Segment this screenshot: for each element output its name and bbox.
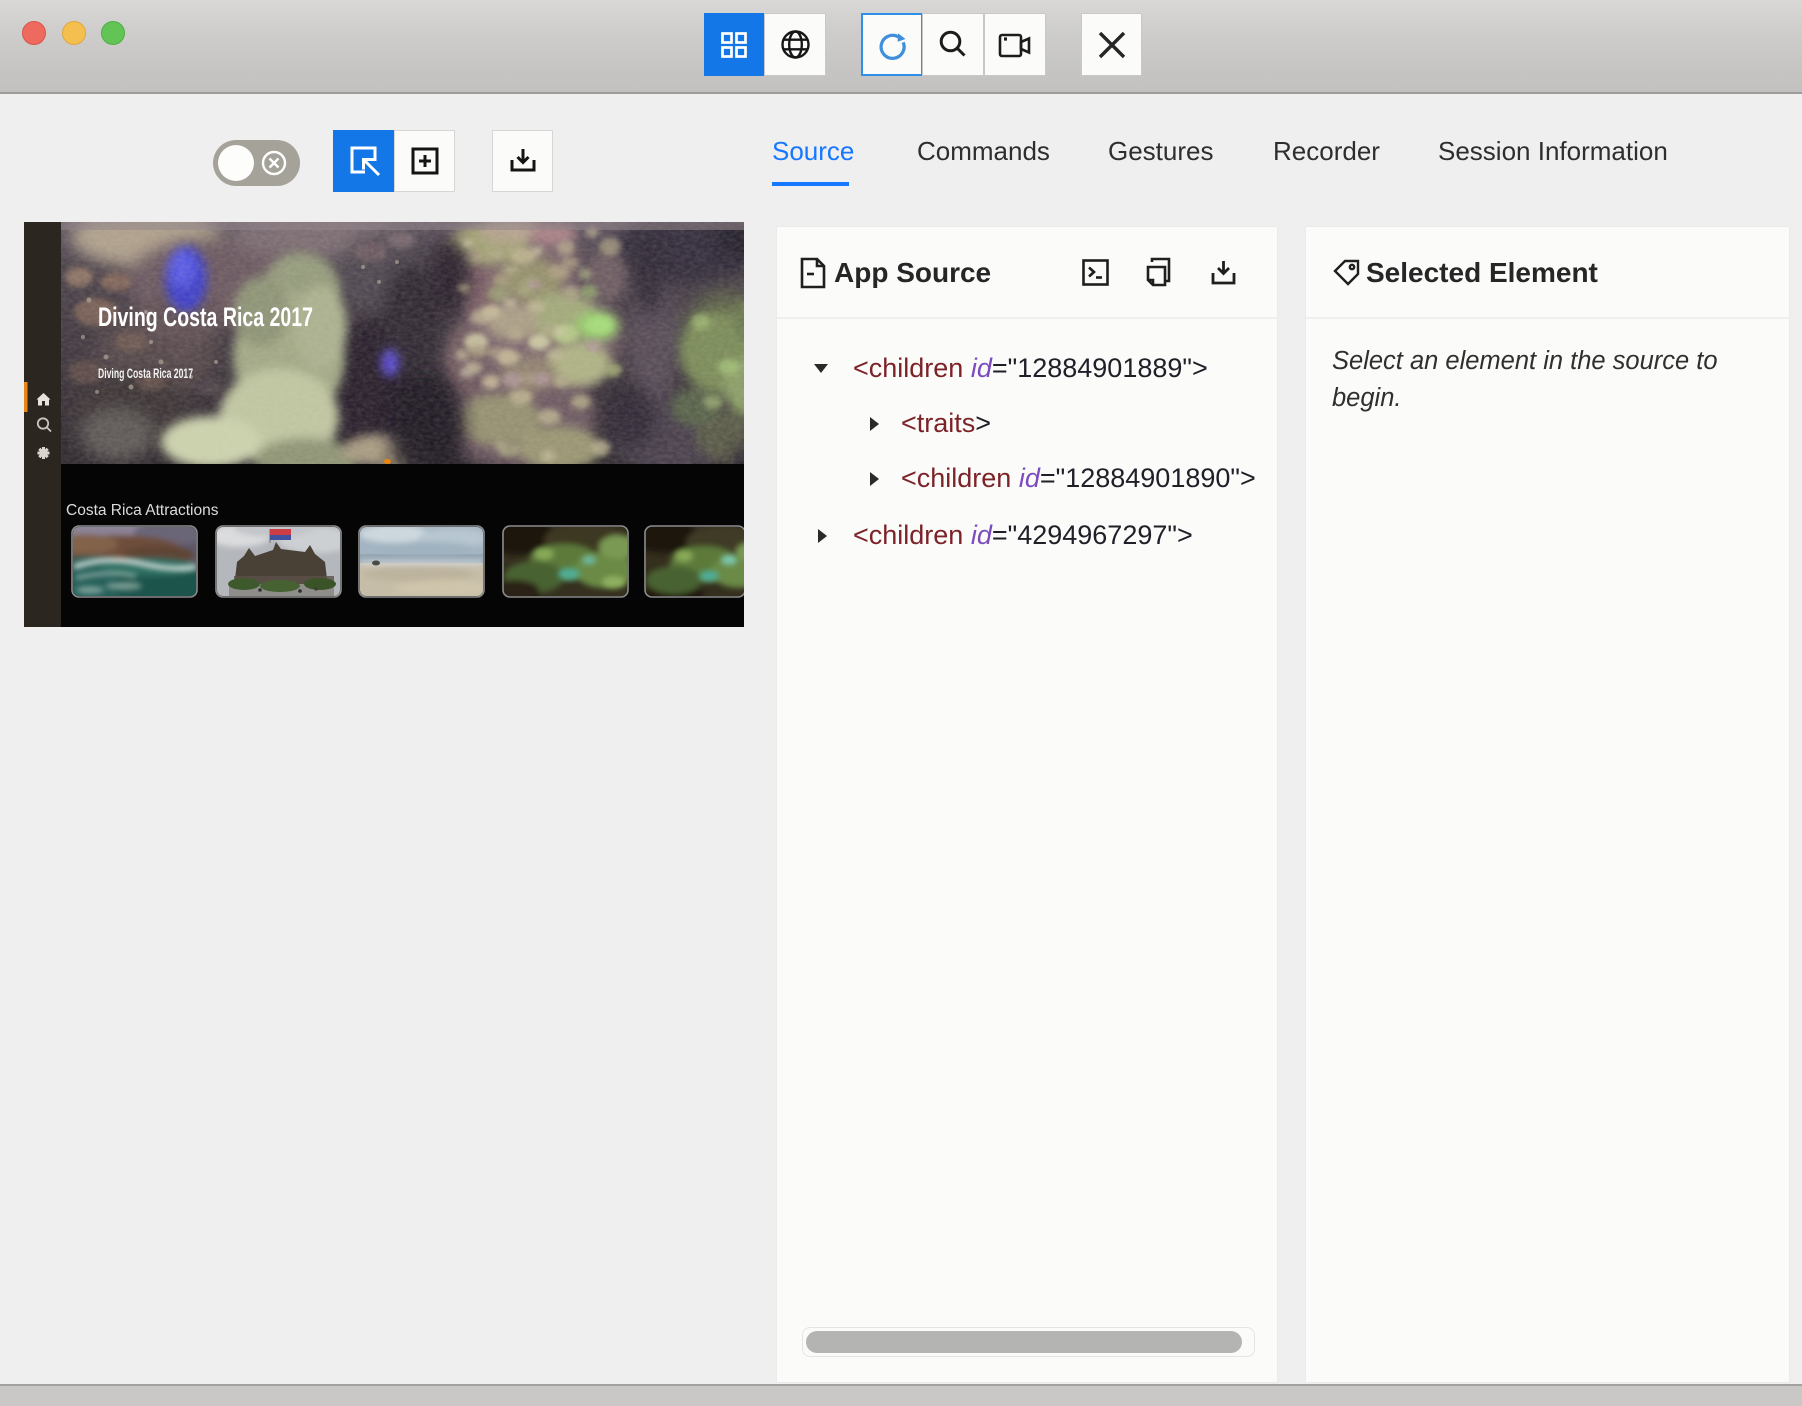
svg-text:Diving Costa Rica 2017: Diving Costa Rica 2017	[98, 366, 193, 381]
svg-text:Diving Costa Rica 2017: Diving Costa Rica 2017	[98, 302, 313, 332]
svg-text:Costa Rica Attractions: Costa Rica Attractions	[66, 502, 219, 519]
